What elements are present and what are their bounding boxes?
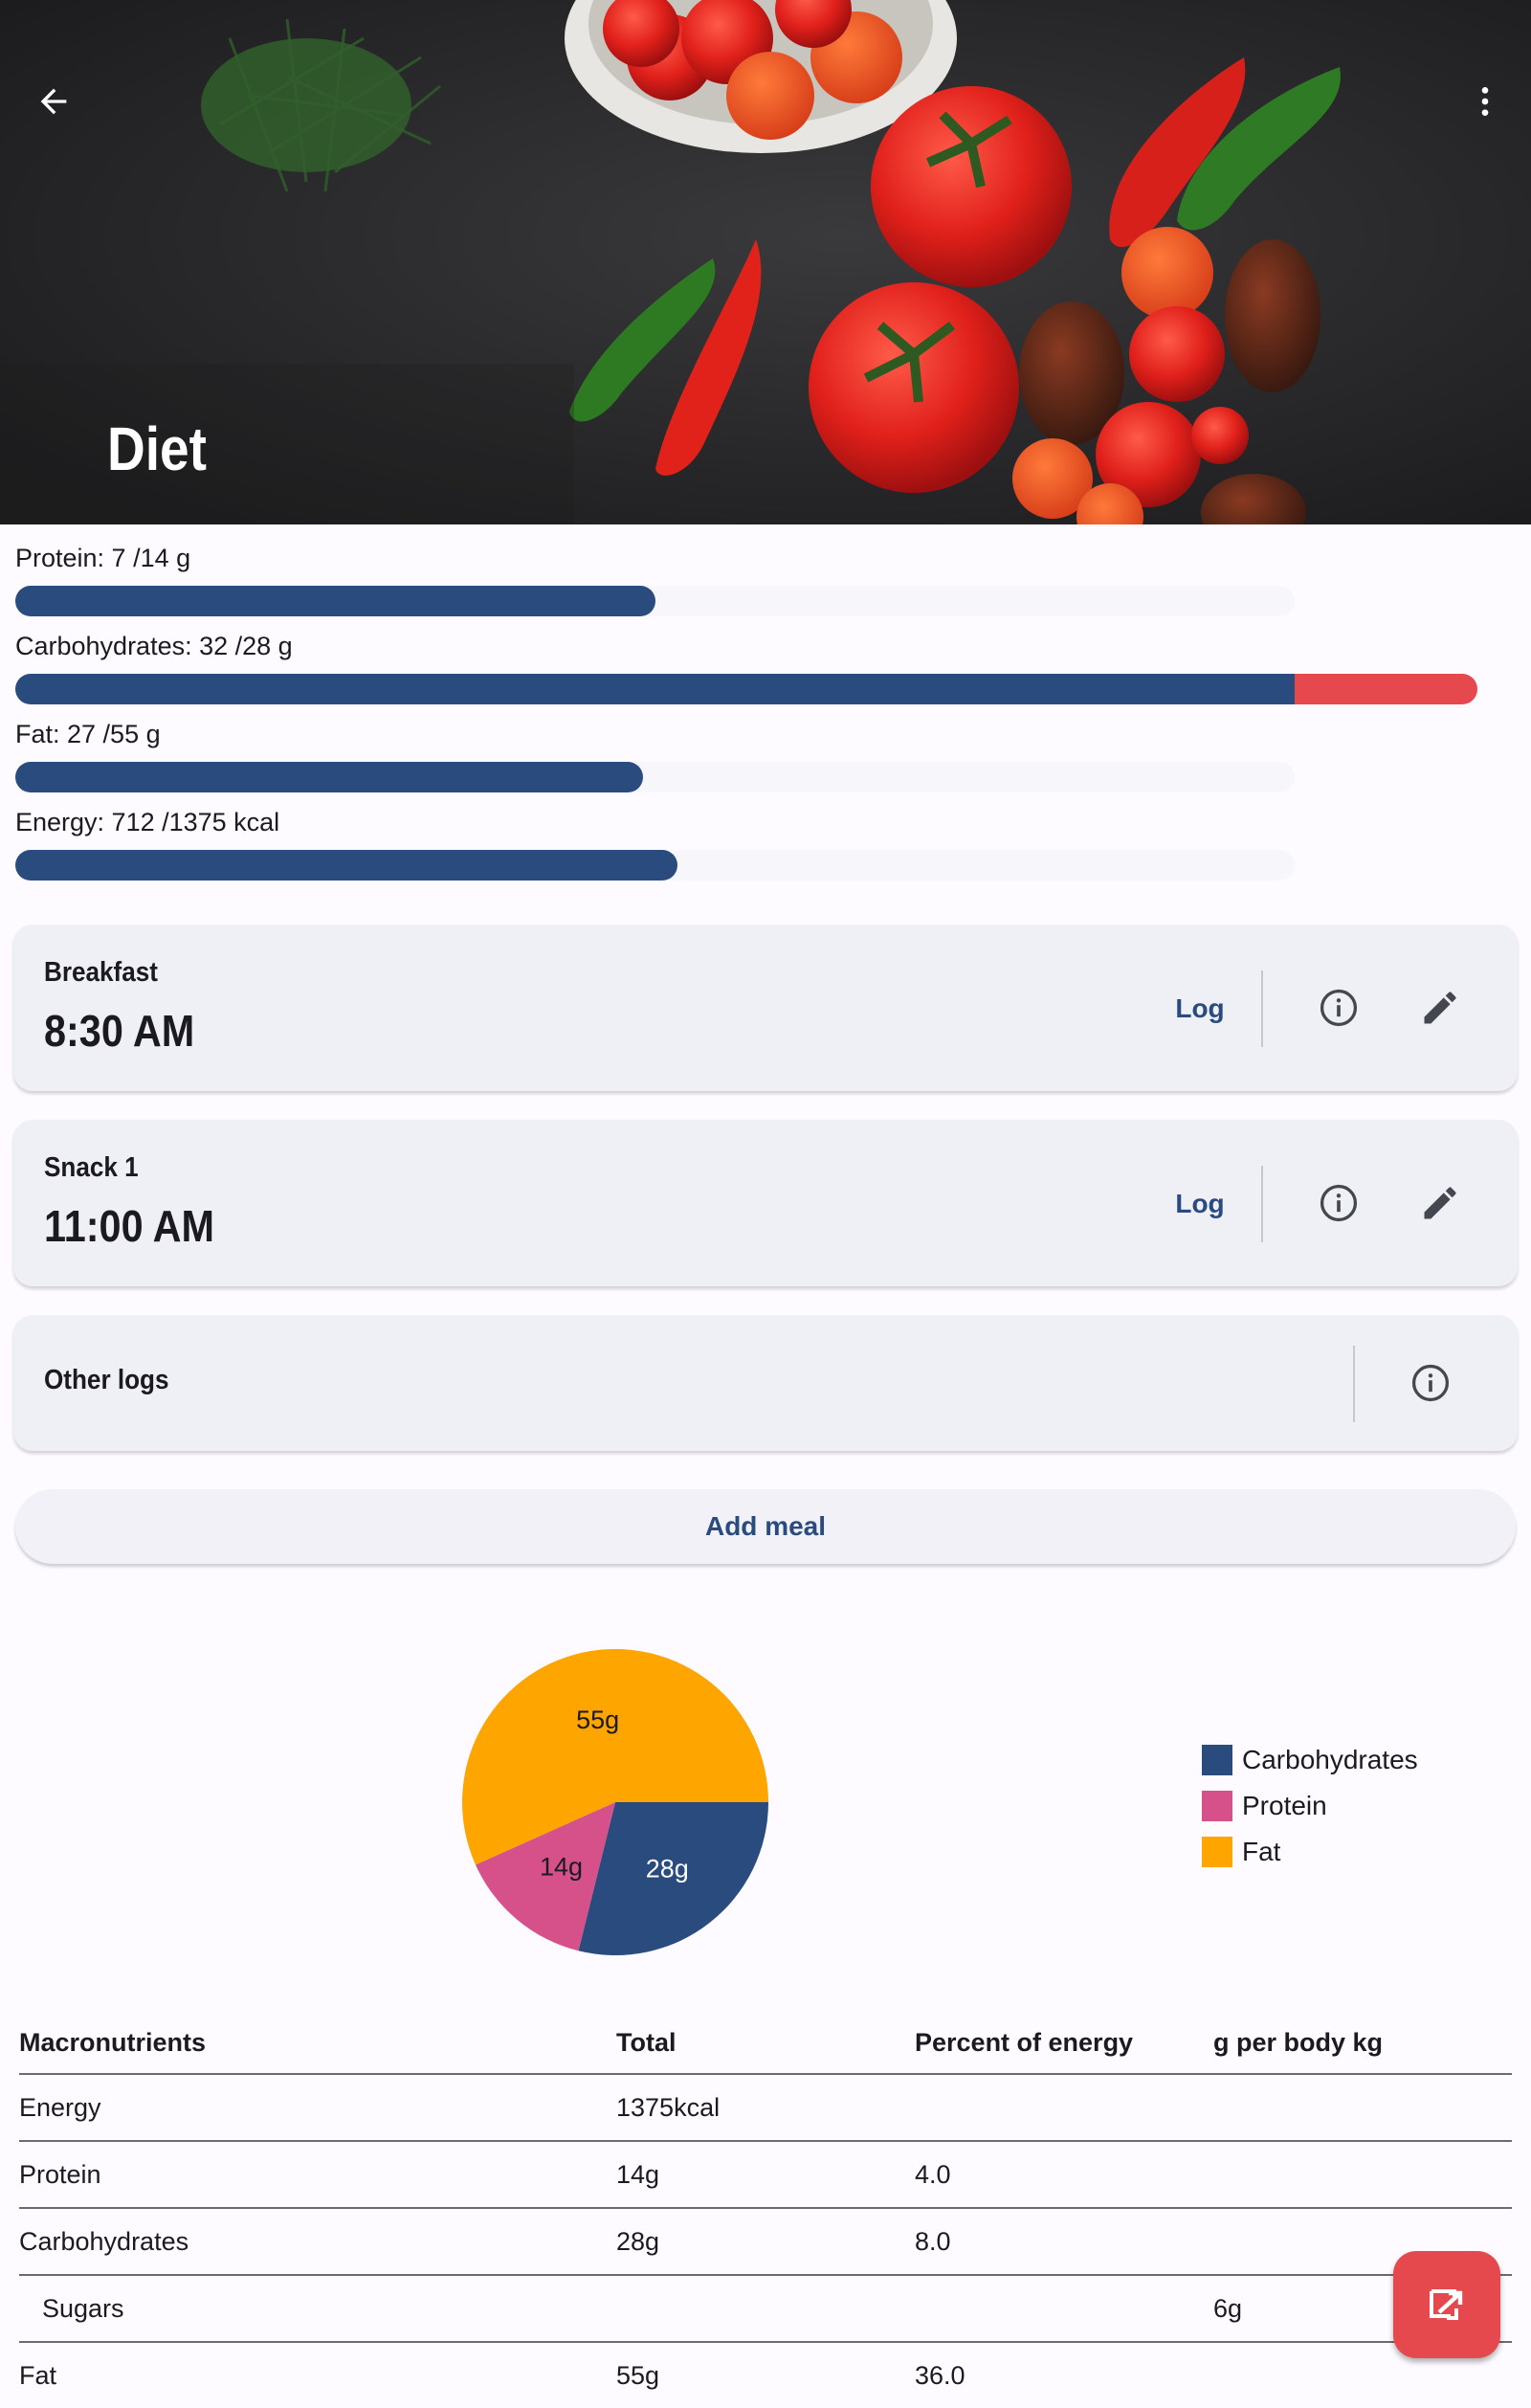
pie-label-protein: 14g — [540, 1853, 583, 1882]
info-button[interactable] — [1400, 1352, 1461, 1414]
progress-fill — [15, 586, 655, 616]
meal-time: 11:00 AM — [44, 1201, 214, 1251]
meal-card-breakfast[interactable]: Breakfast 8:30 AM Log — [13, 925, 1518, 1091]
table-cell: 1375kcal — [616, 2092, 721, 2122]
card-divider — [1353, 1346, 1355, 1422]
carbohydrates-progress: Carbohydrates: 32 /28 g — [15, 630, 1516, 704]
progress-fill — [15, 762, 644, 792]
legend-item-protein: Protein — [1202, 1783, 1418, 1829]
table-cell: Sugars — [42, 2293, 124, 2323]
legend-label: Carbohydrates — [1242, 1745, 1418, 1774]
table-cell: Protein — [19, 2159, 101, 2189]
log-entry-icon — [1430, 2289, 1463, 2320]
edit-button[interactable] — [1409, 1172, 1471, 1234]
more-options-button[interactable] — [1458, 75, 1512, 128]
pie-label-carbohydrates: 28g — [646, 1854, 689, 1883]
other-logs-card[interactable]: Other logs — [13, 1315, 1518, 1451]
table-cell: 28g — [616, 2226, 660, 2256]
legend-label: Protein — [1242, 1791, 1327, 1820]
fat-progress: Fat: 27 /55 g — [15, 718, 1516, 792]
table-row: Carbohydrates 28g 8.0 — [19, 2209, 1512, 2276]
other-logs-label: Other logs — [44, 1365, 169, 1395]
add-meal-button[interactable]: Add meal — [15, 1489, 1516, 1564]
legend-item-fat: Fat — [1202, 1829, 1418, 1875]
meal-name: Snack 1 — [44, 1152, 139, 1183]
column-header: Percent of energy — [915, 2027, 1134, 2057]
pie-label-fat: 55g — [576, 1706, 619, 1734]
progress-track — [15, 762, 1295, 792]
progress-label: Protein: 7 /14 g — [15, 544, 191, 572]
vegetables-photo — [0, 0, 1531, 524]
meal-time: 8:30 AM — [44, 1006, 195, 1056]
meal-card-snack-1[interactable]: Snack 1 11:00 AM Log — [13, 1120, 1518, 1286]
edit-button[interactable] — [1409, 977, 1471, 1038]
log-button[interactable]: Log — [1152, 1175, 1248, 1233]
table-row: Protein 14g 4.0 — [19, 2142, 1512, 2209]
legend-swatch — [1202, 1837, 1232, 1867]
progress-fill — [15, 674, 1295, 704]
table-row: Sugars 6g — [19, 2276, 1512, 2343]
legend-item-carbohydrates: Carbohydrates — [1202, 1737, 1418, 1783]
progress-track — [15, 586, 1295, 616]
progress-label: Fat: 27 /55 g — [15, 720, 161, 748]
info-button[interactable] — [1308, 1172, 1369, 1234]
quick-log-fab[interactable] — [1393, 2251, 1500, 2358]
column-header: g per body kg — [1213, 2027, 1384, 2057]
legend-swatch — [1202, 1791, 1232, 1821]
log-button[interactable]: Log — [1152, 980, 1248, 1037]
column-header: Total — [616, 2027, 677, 2057]
column-header: Macronutrients — [19, 2027, 207, 2057]
table-cell: Fat — [19, 2360, 57, 2390]
info-icon — [1411, 1364, 1450, 1402]
card-divider — [1261, 970, 1263, 1047]
info-icon — [1320, 989, 1358, 1027]
progress-track — [15, 674, 1477, 704]
energy-progress: Energy: 712 /1375 kcal — [15, 806, 1516, 881]
table-cell: Energy — [19, 2092, 101, 2122]
table-cell: 4.0 — [915, 2159, 951, 2189]
info-button[interactable] — [1308, 977, 1369, 1038]
header-image: Diet — [0, 0, 1531, 524]
progress-overflow — [1295, 674, 1477, 704]
progress-track — [15, 850, 1295, 881]
table-cell: 14g — [616, 2159, 660, 2189]
progress-fill — [15, 850, 678, 881]
table-row: Fat 55g 36.0 — [19, 2343, 1512, 2408]
more-vert-icon — [1481, 87, 1489, 116]
protein-progress: Protein: 7 /14 g — [15, 542, 1516, 616]
macronutrients-table: Macronutrients Total Percent of energy g… — [19, 2012, 1512, 2408]
table-cell: Carbohydrates — [19, 2226, 189, 2256]
table-cell: 36.0 — [915, 2360, 965, 2390]
meal-name: Breakfast — [44, 957, 158, 988]
table-header-row: Macronutrients Total Percent of energy g… — [19, 2012, 1512, 2075]
pencil-icon — [1424, 992, 1456, 1024]
progress-label: Energy: 712 /1375 kcal — [15, 808, 280, 836]
legend-label: Fat — [1242, 1837, 1281, 1866]
pencil-icon — [1424, 1187, 1456, 1219]
page-title: Diet — [107, 414, 207, 483]
info-icon — [1320, 1184, 1358, 1222]
table-cell: 6g — [1213, 2293, 1243, 2323]
macronutrient-pie-chart: 28g 14g 55g — [462, 1649, 768, 1955]
back-button[interactable] — [27, 75, 80, 128]
table-cell: 55g — [616, 2360, 660, 2390]
progress-label: Carbohydrates: 32 /28 g — [15, 632, 293, 660]
arrow-back-icon — [40, 88, 67, 115]
table-cell: 8.0 — [915, 2226, 951, 2256]
table-row: Energy 1375kcal — [19, 2075, 1512, 2142]
legend-swatch — [1202, 1745, 1232, 1775]
chart-legend: Carbohydrates Protein Fat — [1202, 1737, 1418, 1875]
card-divider — [1261, 1166, 1263, 1242]
